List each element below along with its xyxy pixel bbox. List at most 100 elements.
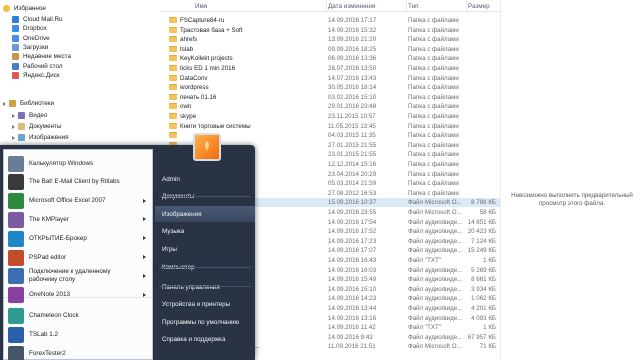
file-size: 4 093 КБ: [471, 314, 496, 322]
file-date: 05.03.2014 21:59: [328, 180, 377, 188]
file-type: Папка с файлами: [408, 17, 459, 24]
submenu-arrow-icon[interactable]: [143, 273, 146, 278]
start-right-item[interactable]: Изображения: [155, 206, 255, 222]
start-program-item[interactable]: ForexTester2: [4, 342, 152, 360]
file-name: DataConv: [180, 74, 208, 82]
file-type: Папка с файлами: [408, 103, 459, 111]
file-type: Папка с файлами: [408, 26, 459, 34]
file-date: 14.09.2016 17:07: [328, 247, 377, 255]
file-date: 14.09.2016 17:54: [328, 218, 377, 226]
submenu-arrow-icon[interactable]: [143, 198, 146, 203]
file-date: 27.08.2012 16:53: [328, 189, 377, 197]
menu-divider: [159, 195, 251, 197]
file-date: 06.09.2016 13:36: [328, 55, 377, 63]
folder-icon: [169, 17, 177, 23]
file-type: Папка с файлами: [408, 55, 459, 63]
file-row[interactable]: печать 01.16 03.02.2016 15:10 Папка с фа…: [160, 93, 500, 102]
expand-arrow-icon[interactable]: [3, 101, 6, 106]
program-icon: [8, 174, 24, 191]
column-divider[interactable]: [466, 0, 467, 12]
folder-icon: [12, 16, 19, 23]
nav-item-favorite[interactable]: Загрузки: [12, 43, 48, 52]
column-divider[interactable]: [326, 0, 327, 12]
user-picture[interactable]: [193, 133, 221, 161]
nav-item-library[interactable]: Изображения: [12, 133, 69, 142]
start-right-item[interactable]: Admin: [155, 171, 255, 187]
file-name: ahrefs: [180, 36, 198, 44]
folder-icon: [169, 103, 177, 110]
file-size: 8 661 КБ: [471, 276, 496, 284]
nav-item-favorite[interactable]: OneDrive: [12, 34, 50, 43]
file-type: Папка с файлами: [408, 36, 459, 44]
folder-icon: [169, 26, 177, 33]
file-row[interactable]: wordpress 30.05.2016 18:14 Папка с файла…: [160, 83, 500, 92]
file-date: 13.09.2016 21:20: [328, 36, 377, 44]
nav-item-library[interactable]: Документы: [12, 122, 61, 131]
file-date: 11.05.2015 13:45: [328, 122, 376, 130]
nav-item-favorite[interactable]: Dropbox: [12, 24, 47, 33]
file-type: Папка с файлами: [408, 132, 459, 140]
libraries-header[interactable]: Библиотеки: [3, 99, 54, 108]
file-name: Трастовая база + Soft: [180, 26, 243, 34]
favorites-header[interactable]: Избранное: [3, 4, 46, 13]
file-name: печать 01.16: [180, 93, 217, 101]
file-row[interactable]: skype 23.11.2015 10:57 Папка с файлами: [160, 112, 500, 121]
file-size: 71 КБ: [479, 343, 496, 351]
file-date: 27.01.2015 21:55: [328, 141, 377, 149]
program-icon: [8, 287, 24, 304]
expand-arrow-icon[interactable]: [12, 135, 15, 140]
file-row[interactable]: tslab 09.09.2016 18:25 Папка с файлами: [160, 45, 500, 54]
library-folder-icon: [18, 123, 25, 130]
start-right-item[interactable]: Справка и поддержка: [155, 331, 255, 347]
file-row[interactable]: FSCapture84-ru 14.09.2016 17:17 Папка с …: [160, 16, 500, 25]
file-row[interactable]: ticks ED 1 min 2016 28.07.2016 13:50 Пап…: [160, 64, 500, 73]
file-row[interactable]: own 29.01.2016 23:48 Папка с файлами: [160, 102, 500, 111]
file-name: wordpress: [180, 84, 209, 92]
nav-item-favorite[interactable]: Cloud Mail.Ru: [12, 15, 63, 24]
file-type: Папка с файлами: [408, 151, 459, 159]
expand-arrow-icon[interactable]: [12, 124, 15, 129]
start-right-item[interactable]: Музыка: [155, 223, 255, 239]
file-date: 14.09.2016 16:43: [328, 257, 377, 264]
nav-item-library[interactable]: Видео: [12, 111, 47, 120]
file-date: 14.09.2016 16:03: [328, 266, 377, 274]
file-row[interactable]: Трастовая база + Soft 14.09.2016 15:32 П…: [160, 26, 500, 35]
nav-item-favorite[interactable]: Недавние места: [12, 52, 71, 61]
submenu-arrow-icon[interactable]: [143, 255, 146, 259]
file-date: 03.02.2016 15:10: [328, 93, 377, 101]
file-type: Папка с файлами: [408, 122, 459, 130]
file-type: Папка с файлами: [408, 74, 459, 82]
start-right-item[interactable]: Панель управления: [155, 279, 255, 295]
nav-item-favorite[interactable]: Яндекс.Диск: [12, 71, 60, 80]
file-size: 20 423 КБ: [467, 228, 496, 236]
program-icon: [8, 155, 24, 172]
file-date: 14.09.2016 9:43: [328, 333, 373, 341]
column-header-date[interactable]: Дата изменения: [328, 3, 375, 10]
start-right-item[interactable]: Устройства и принтеры: [155, 296, 255, 312]
column-divider[interactable]: [406, 0, 407, 12]
file-row[interactable]: ahrefs 13.09.2016 21:20 Папка с файлами: [160, 35, 500, 44]
file-row[interactable]: Книги торговые системы 11.05.2015 13:45 …: [160, 122, 500, 131]
file-date: 15.09.2016 10:37: [328, 199, 377, 207]
file-name: FSCapture84-ru: [180, 17, 225, 24]
expand-arrow-icon[interactable]: [12, 113, 15, 118]
column-header-size[interactable]: Размер: [468, 3, 490, 10]
folder-icon: [169, 74, 177, 81]
file-row[interactable]: KeyKollekt projects 06.09.2016 13:36 Пап…: [160, 54, 500, 63]
submenu-arrow-icon[interactable]: [143, 217, 146, 222]
file-date: 23.04.2014 20:29: [328, 170, 377, 178]
file-row[interactable]: DataConv 14.07.2016 13:43 Папка с файлам…: [160, 74, 500, 83]
file-size: 1 КБ: [483, 257, 496, 264]
start-right-item[interactable]: Игры: [155, 241, 255, 257]
submenu-arrow-icon[interactable]: [143, 292, 146, 297]
start-right-item[interactable]: Программы по умолчанию: [155, 314, 255, 330]
nav-item-favorite[interactable]: Рабочий стол: [12, 62, 63, 71]
file-date: 14.09.2016 13:16: [328, 314, 377, 322]
library-icon: [9, 100, 16, 107]
column-header-name[interactable]: Имя: [195, 3, 207, 10]
file-date: 14.09.2016 23:55: [328, 209, 377, 216]
column-header-type[interactable]: Тип: [408, 3, 419, 10]
file-type: Папка с файлами: [408, 170, 459, 178]
submenu-arrow-icon[interactable]: [143, 236, 146, 241]
start-program-item[interactable]: OneNote 2013: [4, 284, 152, 307]
